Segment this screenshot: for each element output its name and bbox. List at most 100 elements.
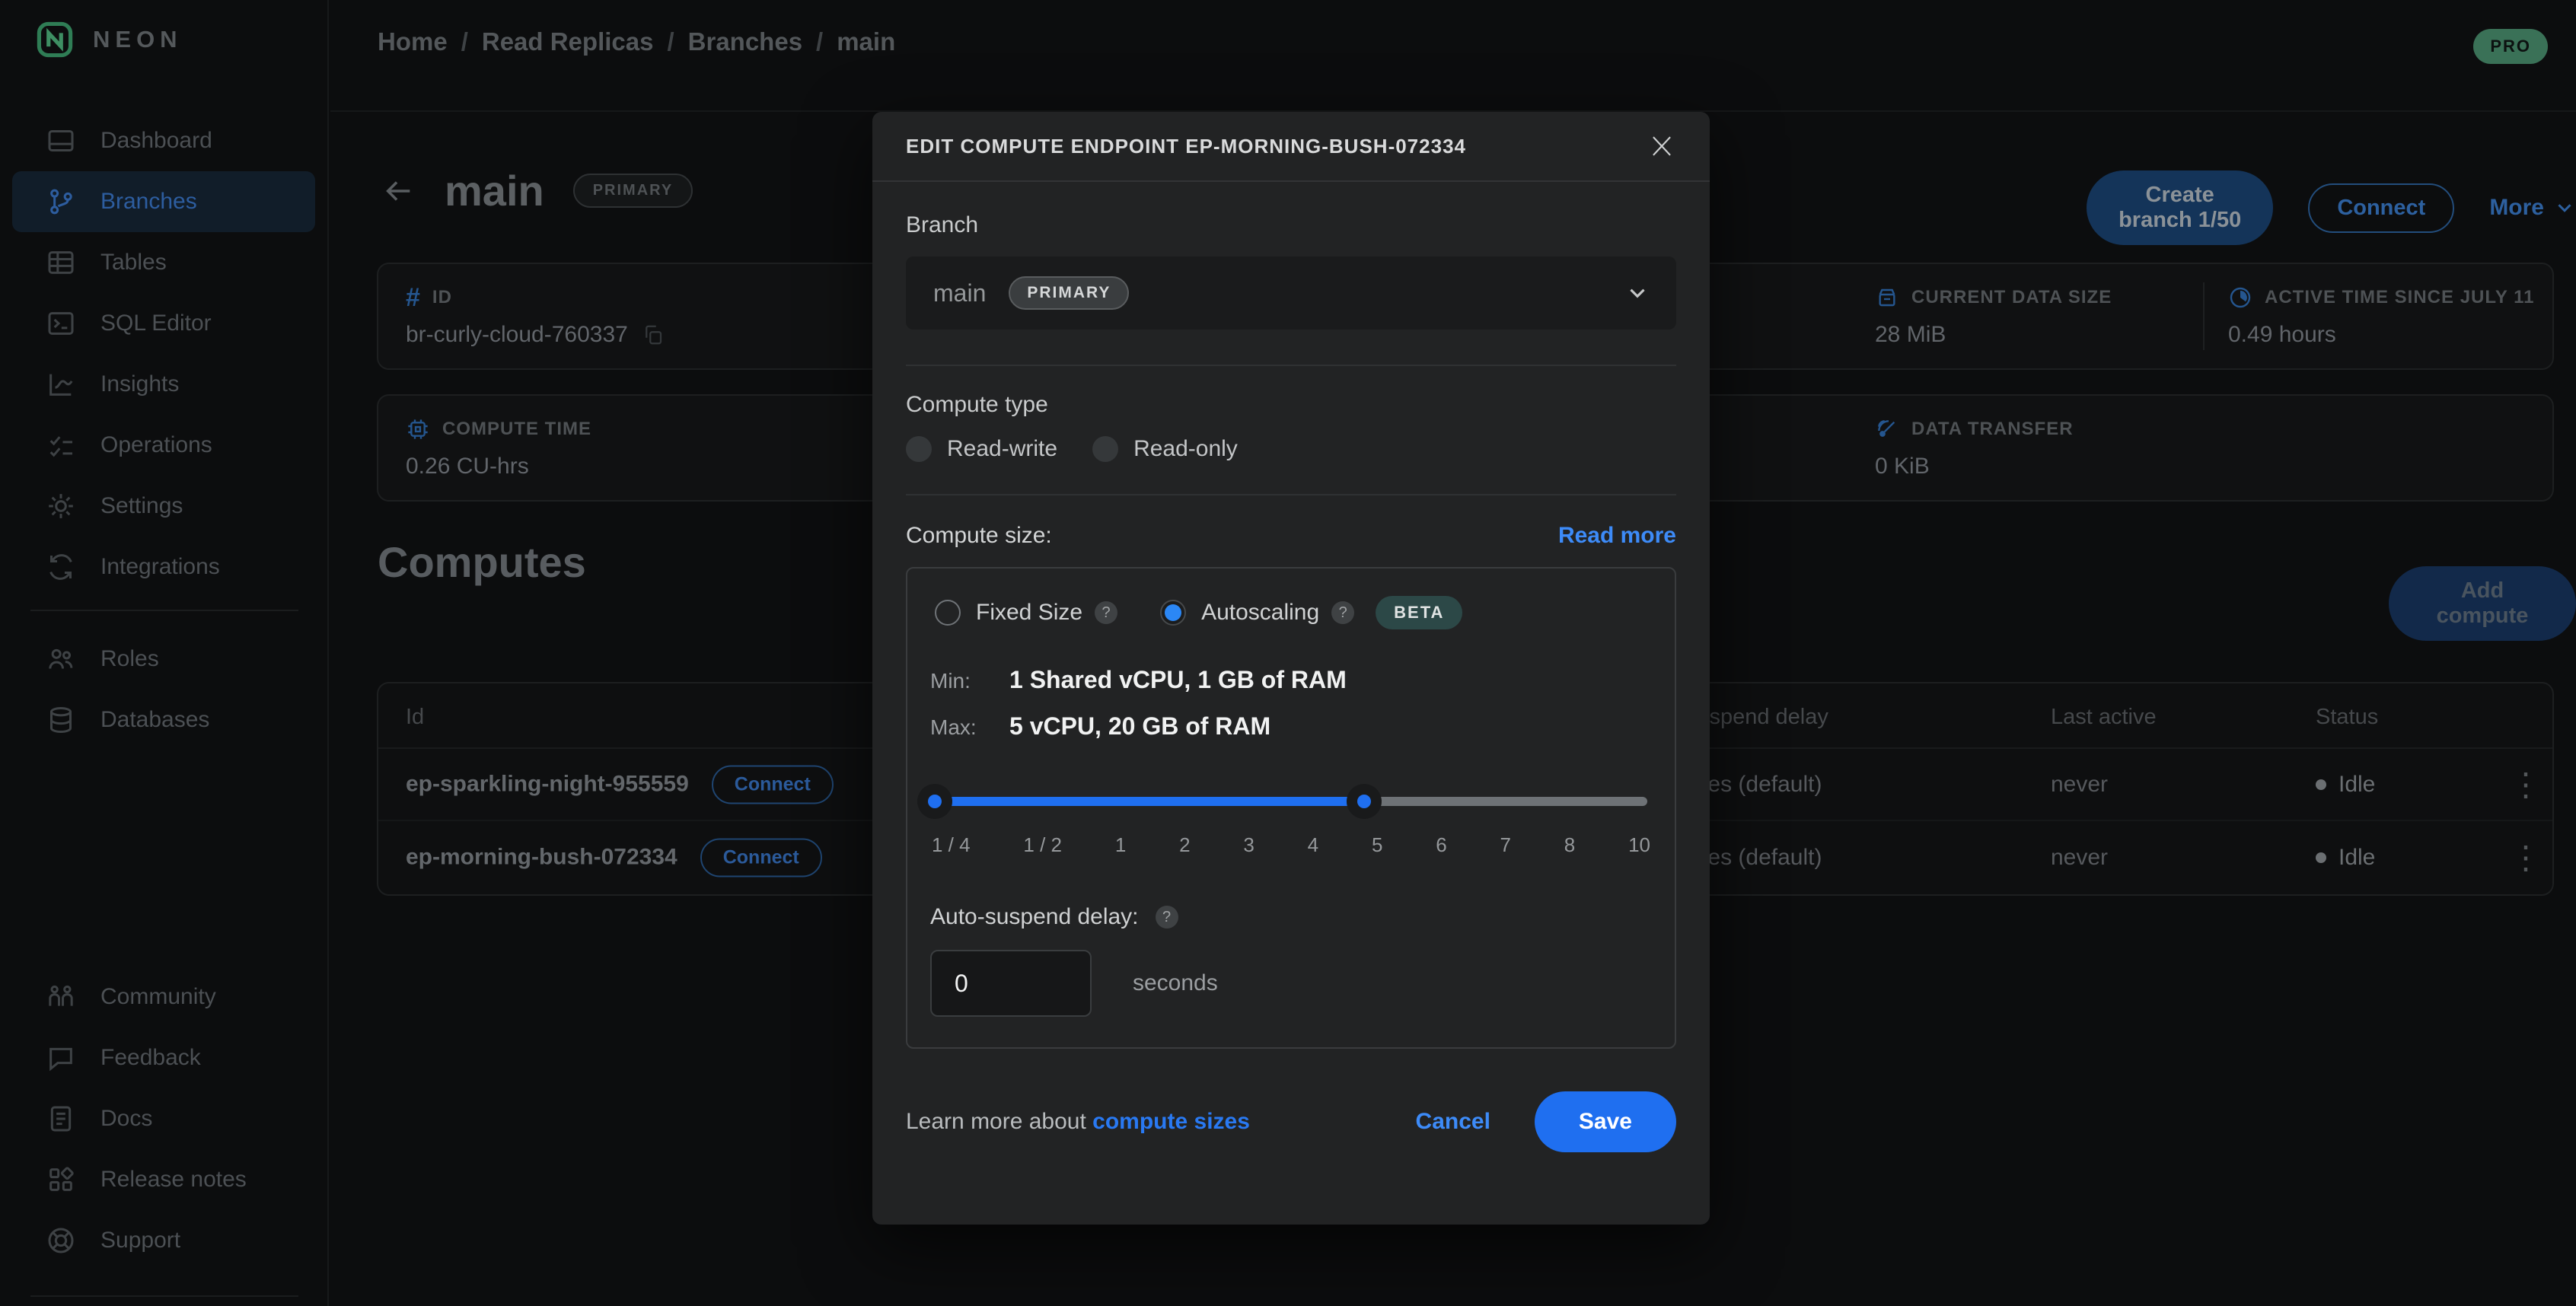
sidebar-item-support[interactable]: Support	[12, 1210, 315, 1271]
sidebar-item-sql-editor[interactable]: SQL Editor	[12, 293, 315, 354]
endpoint-id: ep-sparkling-night-955559	[406, 772, 689, 798]
status-label: Idle	[2338, 772, 2375, 798]
breadcrumb-separator: /	[667, 27, 674, 56]
compute-size-label: Compute size:	[906, 523, 1052, 549]
slider-max-handle[interactable]	[1347, 784, 1382, 819]
connect-button[interactable]: Connect	[2308, 183, 2454, 233]
sidebar-item-operations[interactable]: Operations	[12, 415, 315, 476]
sidebar-item-databases[interactable]: Databases	[12, 690, 315, 750]
neon-logo-icon	[35, 20, 75, 59]
help-icon[interactable]: ?	[1331, 601, 1354, 624]
brand-logo[interactable]: NEON	[35, 20, 183, 59]
topbar: Home / Read Replicas / Branches / main P…	[330, 0, 2576, 112]
row-connect-button[interactable]: Connect	[700, 838, 822, 877]
branch-select[interactable]: main PRIMARY	[906, 256, 1676, 330]
breadcrumb-home[interactable]: Home	[378, 27, 448, 56]
operations-icon	[46, 430, 76, 460]
sidebar-item-community[interactable]: Community	[12, 967, 315, 1027]
sidebar-item-label: Branches	[100, 189, 197, 215]
compute-size-slider[interactable]	[930, 785, 1652, 818]
stat-label: DATA TRANSFER	[1911, 419, 2074, 440]
edit-compute-endpoint-modal: EDIT COMPUTE ENDPOINT EP-MORNING-BUSH-07…	[872, 112, 1710, 1225]
min-label: Min:	[930, 669, 1009, 693]
copy-icon[interactable]	[642, 323, 665, 346]
autoscaling-radio[interactable]	[1160, 600, 1186, 626]
sidebar-item-release-notes[interactable]: Release notes	[12, 1149, 315, 1210]
sidebar-item-label: Release notes	[100, 1167, 247, 1193]
brand-name: NEON	[93, 26, 183, 53]
save-button[interactable]: Save	[1535, 1091, 1676, 1152]
sidebar-divider	[30, 610, 298, 611]
tick-label: 3	[1243, 833, 1254, 857]
breadcrumb-branches[interactable]: Branches	[688, 27, 802, 56]
sidebar-item-label: Settings	[100, 493, 183, 519]
autosuspend-input[interactable]	[930, 950, 1092, 1017]
slider-track[interactable]	[935, 797, 1647, 806]
database-icon	[46, 705, 76, 735]
help-icon[interactable]: ?	[1095, 601, 1117, 624]
tick-label: 4	[1308, 833, 1318, 857]
status-badge: Idle	[2316, 772, 2375, 798]
storage-icon	[1875, 285, 1899, 310]
breadcrumb-read-replicas[interactable]: Read Replicas	[482, 27, 654, 56]
kebab-menu-icon[interactable]: ⋮	[2510, 769, 2542, 801]
tick-label: 1 / 4	[932, 833, 971, 857]
breadcrumb-main[interactable]: main	[837, 27, 895, 56]
sidebar-item-feedback[interactable]: Feedback	[12, 1027, 315, 1088]
add-compute-button[interactable]: Add compute	[2389, 566, 2576, 641]
hash-icon: #	[406, 285, 420, 310]
sidebar-item-insights[interactable]: Insights	[12, 354, 315, 415]
last-active-value: never	[2051, 845, 2108, 871]
sidebar-nav-secondary: Roles Databases	[12, 629, 315, 750]
active-time-value: 0.49 hours	[2228, 322, 2336, 348]
sidebar-item-roles[interactable]: Roles	[12, 629, 315, 690]
read-write-radio[interactable]	[906, 436, 932, 462]
plan-badge[interactable]: PRO	[2473, 29, 2548, 64]
sidebar-item-label: Insights	[100, 371, 179, 397]
modal-footer: Learn more about compute sizes Cancel Sa…	[906, 1091, 1676, 1152]
sidebar-item-settings[interactable]: Settings	[12, 476, 315, 537]
size-mode-radios: Fixed Size ? Autoscaling ? BETA	[930, 596, 1652, 629]
close-icon[interactable]	[1647, 132, 1676, 161]
branch-section: Branch main PRIMARY	[906, 182, 1676, 366]
clock-icon	[2228, 285, 2252, 310]
sidebar-item-branches[interactable]: Branches	[12, 171, 315, 232]
read-more-link[interactable]: Read more	[1558, 523, 1676, 549]
read-only-radio[interactable]	[1092, 436, 1118, 462]
more-button[interactable]: More	[2489, 195, 2576, 221]
branch-id-value: br-curly-cloud-760337	[406, 322, 628, 348]
autosuspend-input-row: seconds	[930, 950, 1652, 1017]
sidebar-nav-footer: Community Feedback Docs Release notes Su…	[12, 967, 315, 1271]
sidebar-item-label: Docs	[100, 1106, 152, 1132]
create-branch-button[interactable]: Create branch 1/50	[2087, 170, 2273, 245]
back-arrow-icon[interactable]	[381, 174, 416, 209]
tables-icon	[46, 247, 76, 278]
sidebar-item-tables[interactable]: Tables	[12, 232, 315, 293]
compute-size-section: Compute size: Read more Fixed Size ? Aut…	[906, 495, 1676, 1049]
dashboard-icon	[46, 126, 76, 156]
cancel-button[interactable]: Cancel	[1416, 1109, 1490, 1135]
sidebar-item-label: Support	[100, 1228, 180, 1253]
help-icon[interactable]: ?	[1156, 906, 1178, 929]
tick-label: 5	[1372, 833, 1382, 857]
computes-heading: Computes	[378, 537, 586, 587]
sidebar-item-label: Tables	[100, 250, 167, 276]
breadcrumb: Home / Read Replicas / Branches / main	[378, 27, 895, 56]
kebab-menu-icon[interactable]: ⋮	[2510, 842, 2542, 874]
sidebar-item-docs[interactable]: Docs	[12, 1088, 315, 1149]
tick-label: 1 / 2	[1023, 833, 1062, 857]
sidebar-item-label: Community	[100, 984, 216, 1010]
autosuspend-label-row: Auto-suspend delay: ?	[930, 904, 1652, 930]
fixed-size-radio[interactable]	[935, 600, 961, 626]
data-transfer-icon	[1875, 417, 1899, 441]
row-connect-button[interactable]: Connect	[712, 765, 834, 804]
autoscaling-label: Autoscaling	[1201, 600, 1319, 626]
slider-min-handle[interactable]	[917, 784, 952, 819]
sidebar-item-dashboard[interactable]: Dashboard	[12, 110, 315, 171]
status-dot-icon	[2316, 852, 2326, 863]
sidebar-item-integrations[interactable]: Integrations	[12, 537, 315, 597]
page-title: main	[445, 166, 544, 215]
stat-label: CURRENT DATA SIZE	[1911, 287, 2112, 308]
column-header-last-active: Last active	[2051, 705, 2157, 730]
compute-sizes-link[interactable]: compute sizes	[1092, 1109, 1250, 1134]
